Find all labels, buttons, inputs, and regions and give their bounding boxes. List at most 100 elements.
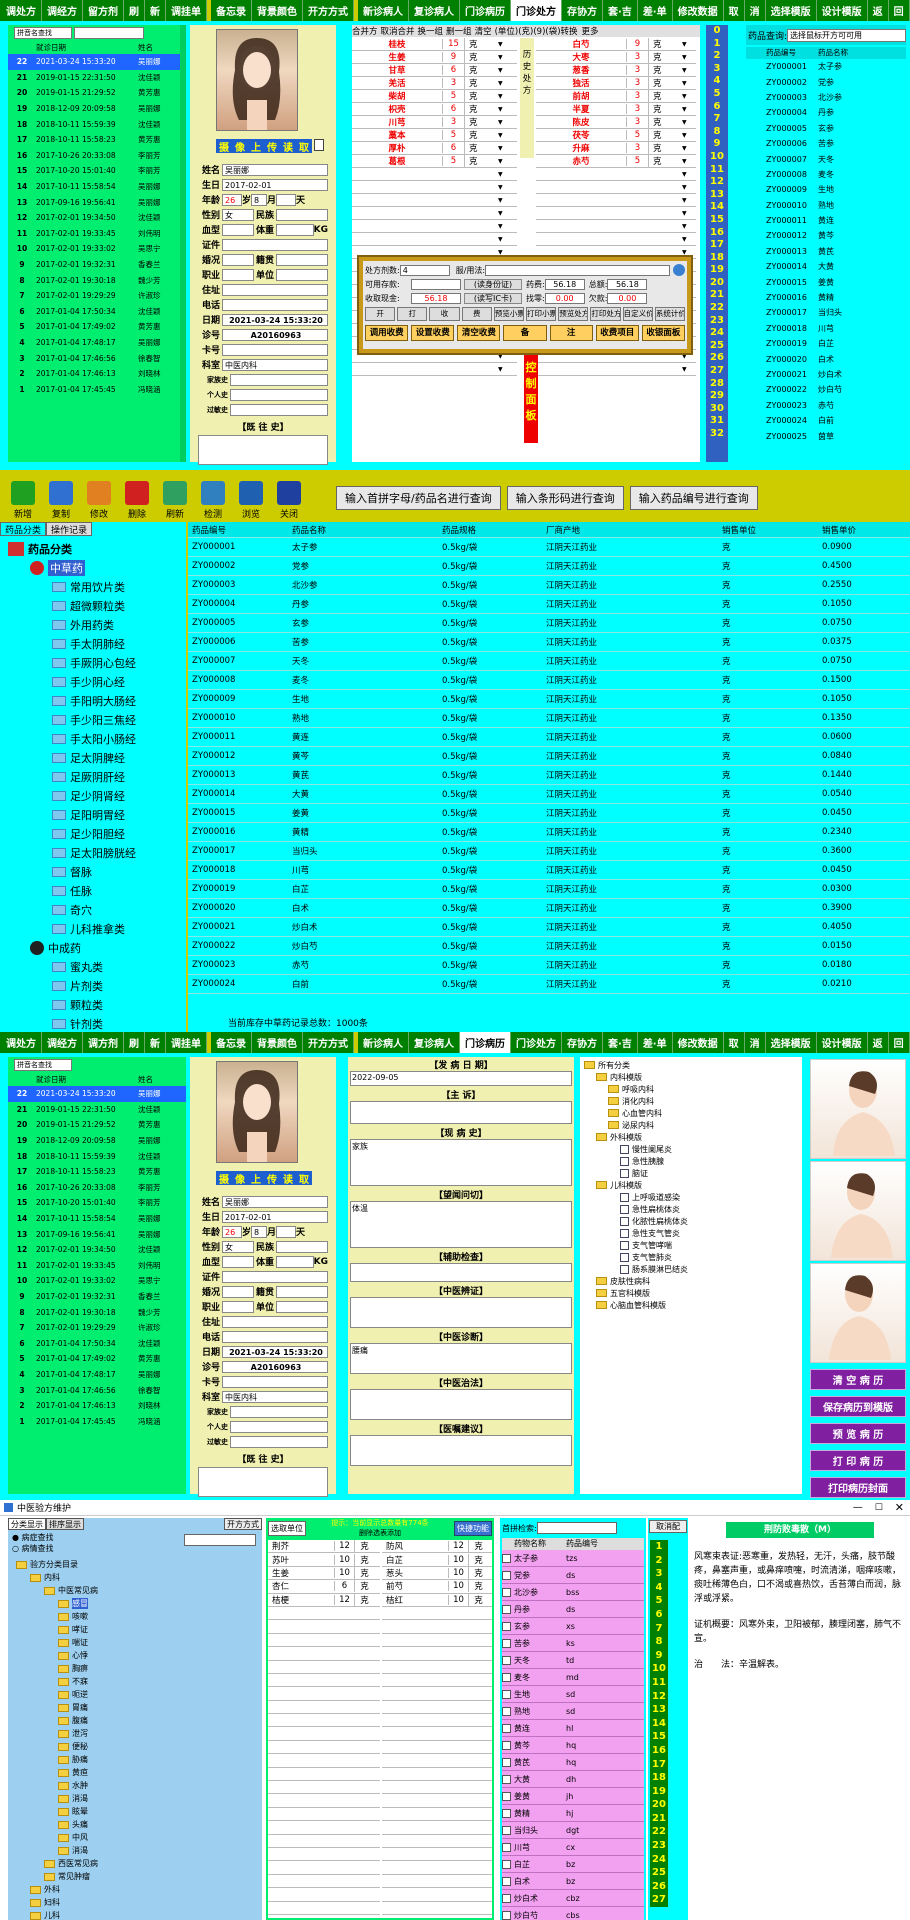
formula-med-row[interactable]: 党参 ds [502, 1567, 644, 1584]
formula-herb-row[interactable] [268, 1620, 380, 1634]
chevron-down-icon[interactable]: ▼ [498, 158, 508, 165]
upload-button[interactable]: 上 [251, 1171, 261, 1186]
record-action-button[interactable]: 保存病历到模版 [810, 1396, 906, 1417]
tree-node[interactable]: 颗粒类 [8, 995, 186, 1014]
chevron-down-icon[interactable]: ▼ [682, 132, 692, 139]
blood-select[interactable] [222, 223, 254, 236]
herb-qty[interactable]: 3 [626, 104, 648, 114]
visit-row[interactable]: 21 2019-01-15 22:31:50 沈佳颖 [8, 70, 186, 86]
chevron-down-icon[interactable]: ▼ [682, 119, 692, 126]
checkbox[interactable] [502, 1893, 511, 1903]
herb-row[interactable]: ▼ [352, 181, 517, 194]
med-query-row[interactable]: ZY000008 麦冬 [746, 167, 906, 182]
chevron-down-icon[interactable]: ▼ [498, 223, 508, 230]
formula-herb-row[interactable] [268, 1794, 380, 1808]
record-action-button[interactable]: 清 空 病 历 [810, 1369, 906, 1390]
drug-table-row[interactable]: ZY000003 北沙参 0.5kg/袋 江阴天江药业 克 0.2550 [188, 576, 910, 595]
herb-qty[interactable]: 15 [442, 39, 464, 49]
visit-row[interactable]: 13 2017-09-16 19:56:41 吴丽娜 [8, 1226, 186, 1242]
herb-unit[interactable]: 克 [464, 64, 498, 76]
herb-row[interactable]: 桂枝 15 克 ▼ [352, 38, 517, 51]
visit-row[interactable]: 2 2017-01-04 17:46:13 刘晓林 [8, 366, 186, 382]
control-panel-button[interactable]: 控制面板 [524, 355, 538, 443]
tree-node[interactable]: 手厥阴心包经 [8, 653, 186, 672]
formula-tree-item[interactable]: 儿科 [16, 1909, 262, 1920]
herb-name[interactable]: 川芎 [352, 116, 442, 128]
chevron-down-icon[interactable]: ▼ [498, 41, 508, 48]
record-tree-item[interactable]: 心脑血管科模版 [584, 1299, 798, 1311]
chevron-down-icon[interactable]: ▼ [498, 366, 508, 373]
checkbox[interactable] [502, 1791, 511, 1801]
herb-unit[interactable]: 克 [464, 155, 498, 167]
capture-button-2[interactable]: 像 [235, 1171, 245, 1186]
formula-herb-qty[interactable]: 10 [334, 1567, 354, 1578]
personal-history-input[interactable] [230, 1420, 328, 1433]
visit-row[interactable]: 12 2017-02-01 19:34:50 沈佳颖 [8, 1242, 186, 1258]
toolbar-button[interactable]: 新诊病人 [358, 1032, 409, 1053]
formula-tree-item[interactable]: 腹痛 [16, 1714, 262, 1727]
capture-button-2[interactable]: 像 [235, 139, 245, 154]
herb-name[interactable]: 大枣 [536, 51, 626, 63]
herb-qty[interactable]: 5 [626, 130, 648, 140]
read-card-button[interactable]: (读写IC卡) [464, 292, 522, 304]
chevron-down-icon[interactable]: ▼ [682, 223, 692, 230]
formula-tree-item[interactable]: 哮证 [16, 1623, 262, 1636]
herb-unit[interactable]: 克 [648, 51, 682, 63]
close-icon[interactable]: ✕ [895, 1501, 904, 1514]
tree-node[interactable]: 手太阴肺经 [8, 634, 186, 653]
herb-name[interactable]: 茯苓 [536, 129, 626, 141]
checkbox[interactable] [502, 1553, 511, 1563]
herb-row[interactable]: 白芍 9 克 ▼ [536, 38, 696, 51]
formula-herb-row[interactable] [268, 1754, 380, 1768]
record-tree-item[interactable]: 五官科模版 [584, 1287, 798, 1299]
herb-name[interactable]: 厚朴 [352, 142, 442, 154]
record-tree-item[interactable]: 皮肤性病科 [584, 1275, 798, 1287]
formula-herb-row[interactable]: 葱头 10 克 [382, 1566, 492, 1581]
formula-herb-name[interactable]: 前芍 [382, 1580, 448, 1592]
select-unit-button[interactable]: 选取单位 [268, 1520, 306, 1536]
herb-row[interactable]: ▼ [352, 233, 517, 246]
med-query-row[interactable]: ZY000001 太子参 [746, 59, 906, 74]
formula-tree-item[interactable]: 头痛 [16, 1818, 262, 1831]
toolbar-button[interactable]: 复诊病人 [409, 1032, 460, 1053]
record-tree-item[interactable]: 慢性阑尾炎 [584, 1143, 798, 1155]
tree-node[interactable]: 外用药类 [8, 615, 186, 634]
med-query-row[interactable]: ZY000015 姜黄 [746, 274, 906, 289]
date-input[interactable]: 2021-03-24 15:33:20 [222, 313, 328, 326]
record-tree-item[interactable]: 心血管内科 [584, 1107, 798, 1119]
formula-search-input[interactable] [184, 1534, 256, 1546]
formula-tree-root[interactable]: 验方分类目录 [16, 1558, 262, 1571]
origin-input[interactable] [276, 1285, 328, 1298]
drug-tool-button[interactable]: 修改 [82, 476, 116, 520]
drug-table-row[interactable]: ZY000020 白术 0.5kg/袋 江阴天江药业 克 0.3900 [188, 899, 910, 918]
formula-herb-qty[interactable]: 12 [334, 1541, 354, 1552]
switch-group-button[interactable]: 换一组 [418, 25, 444, 37]
tree-node[interactable]: 常用饮片类 [8, 577, 186, 596]
formula-herb-row[interactable] [268, 1674, 380, 1688]
record-section-input[interactable]: 腰痛 [350, 1343, 572, 1374]
drug-table-row[interactable]: ZY000023 赤芍 0.5kg/袋 江阴天江药业 克 0.0180 [188, 956, 910, 975]
formula-herb-row[interactable]: 苏叶 10 克 [268, 1553, 380, 1567]
formula-herb-row[interactable] [382, 1835, 492, 1848]
tree-node[interactable]: 足厥阴肝经 [8, 767, 186, 786]
checkbox[interactable] [502, 1621, 511, 1631]
chevron-down-icon[interactable]: ▼ [498, 171, 508, 178]
formula-herb-row[interactable]: 防风 12 克 [382, 1540, 492, 1554]
toolbar-button[interactable]: 新诊病人 [358, 0, 409, 21]
formula-herb-row[interactable] [268, 1727, 380, 1741]
med-query-row[interactable]: ZY000002 党参 [746, 74, 906, 89]
tab-operation-log[interactable]: 操作记录 [46, 522, 93, 536]
merge-button[interactable]: 合并方 [352, 25, 378, 37]
formula-tree-item[interactable]: 黄疸 [16, 1766, 262, 1779]
formula-herb-qty[interactable]: 10 [448, 1567, 468, 1578]
herb-unit[interactable]: 克 [464, 129, 498, 141]
herb-qty[interactable]: 9 [626, 39, 648, 49]
herb-row[interactable]: ▼ [352, 207, 517, 220]
capture-button[interactable]: 摄 [219, 1171, 229, 1186]
herb-qty[interactable]: 6 [442, 65, 464, 75]
toolbar-button[interactable]: 返 [868, 1032, 889, 1053]
med-query-row[interactable]: ZY000021 炒白术 [746, 367, 906, 382]
herb-row[interactable]: 羌活 3 克 ▼ [352, 77, 517, 90]
formula-herb-row[interactable]: 桔红 10 克 [382, 1593, 492, 1607]
herb-row[interactable]: ▼ [536, 207, 696, 220]
